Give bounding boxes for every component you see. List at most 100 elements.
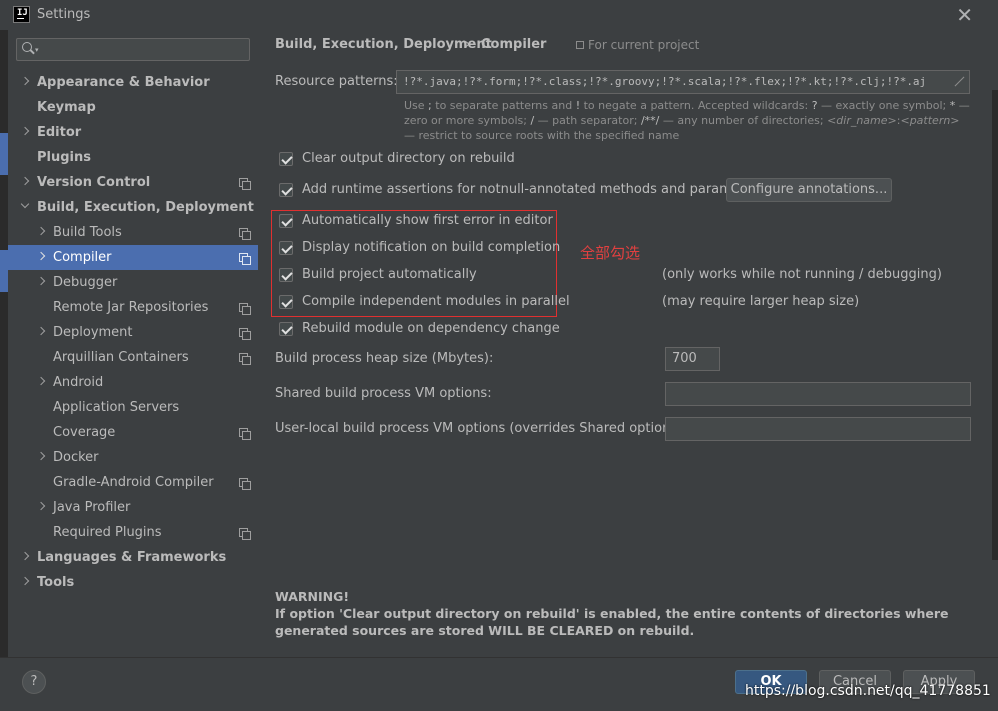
chevron-right-icon[interactable] bbox=[36, 376, 46, 386]
compile-parallel-label: Compile independent modules in parallel bbox=[302, 294, 570, 309]
project-scope-icon bbox=[239, 353, 251, 365]
sidebar-item-arquillian-containers[interactable]: Arquillian Containers bbox=[8, 345, 258, 370]
search-history-dropdown-icon[interactable]: ▾ bbox=[35, 46, 39, 54]
chevron-right-icon[interactable] bbox=[36, 501, 46, 511]
build-automatically-label: Build project automatically bbox=[302, 267, 477, 282]
expand-icon[interactable] bbox=[953, 77, 963, 87]
warning-title: WARNING! bbox=[275, 589, 350, 604]
chevron-right-icon[interactable] bbox=[36, 326, 46, 336]
project-scope-icon bbox=[239, 528, 251, 540]
chevron-right-icon[interactable] bbox=[36, 276, 46, 286]
background-window-edge bbox=[0, 30, 8, 657]
rebuild-on-change-label: Rebuild module on dependency change bbox=[302, 321, 560, 336]
breadcrumb-separator: › bbox=[465, 37, 471, 52]
compiler-settings-panel: Build, Execution, Deployment › Compiler … bbox=[258, 30, 998, 657]
sidebar-item-label: Plugins bbox=[37, 150, 91, 165]
shared-vm-options-input[interactable] bbox=[665, 382, 971, 406]
logo-text: IJ bbox=[17, 8, 28, 18]
sidebar-item-label: Required Plugins bbox=[53, 525, 162, 540]
chevron-right-icon[interactable] bbox=[36, 451, 46, 461]
resource-patterns-label: Resource patterns: bbox=[275, 74, 398, 89]
close-icon[interactable]: ✕ bbox=[956, 3, 973, 27]
rebuild-on-change-checkbox[interactable] bbox=[279, 322, 293, 336]
sidebar-item-editor[interactable]: Editor bbox=[8, 120, 258, 145]
configure-annotations-button[interactable]: Configure annotations... bbox=[726, 178, 892, 202]
chevron-right-icon[interactable] bbox=[20, 126, 30, 136]
local-vm-options-label: User-local build process VM options (ove… bbox=[275, 421, 687, 436]
sidebar-item-plugins[interactable]: Plugins bbox=[8, 145, 258, 170]
window-title: Settings bbox=[37, 7, 91, 22]
scope-indicator: For current project bbox=[576, 38, 699, 52]
sidebar-item-remote-jar-repositories[interactable]: Remote Jar Repositories bbox=[8, 295, 258, 320]
chevron-right-icon[interactable] bbox=[20, 576, 30, 586]
project-scope-icon bbox=[239, 303, 251, 315]
sidebar-item-tools[interactable]: Tools bbox=[8, 570, 258, 595]
breadcrumb-current: Compiler bbox=[481, 37, 547, 52]
show-first-error-checkbox[interactable] bbox=[279, 214, 293, 228]
runtime-assertions-checkbox[interactable] bbox=[279, 183, 293, 197]
build-automatically-checkbox[interactable] bbox=[279, 268, 293, 282]
resource-patterns-input[interactable]: !?*.java;!?*.form;!?*.class;!?*.groovy;!… bbox=[396, 70, 970, 94]
chevron-right-icon[interactable] bbox=[20, 551, 30, 561]
clear-output-label: Clear output directory on rebuild bbox=[302, 151, 515, 166]
sidebar-item-label: Tools bbox=[37, 575, 75, 590]
heap-size-label: Build process heap size (Mbytes): bbox=[275, 351, 494, 366]
settings-sidebar: ▾ Appearance & Behavior Keymap Editor Plugi… bbox=[8, 30, 258, 657]
sidebar-item-docker[interactable]: Docker bbox=[8, 445, 258, 470]
sidebar-item-deployment[interactable]: Deployment bbox=[8, 320, 258, 345]
chevron-right-icon[interactable] bbox=[36, 226, 46, 236]
chevron-right-icon[interactable] bbox=[36, 251, 46, 261]
project-scope-icon bbox=[239, 328, 251, 340]
sidebar-item-label: Debugger bbox=[53, 275, 118, 290]
sidebar-item-build-tools[interactable]: Build Tools bbox=[8, 220, 258, 245]
project-scope-icon bbox=[239, 253, 251, 265]
resource-patterns-hint: Use ; to separate patterns and ! to nega… bbox=[404, 99, 970, 142]
sidebar-item-java-profiler[interactable]: Java Profiler bbox=[8, 495, 258, 520]
breadcrumb-parent: Build, Execution, Deployment bbox=[275, 37, 492, 52]
sidebar-item-debugger[interactable]: Debugger bbox=[8, 270, 258, 295]
sidebar-item-coverage[interactable]: Coverage bbox=[8, 420, 258, 445]
sidebar-item-required-plugins[interactable]: Required Plugins bbox=[8, 520, 258, 545]
sidebar-item-build-execution-deployment[interactable]: Build, Execution, Deployment bbox=[8, 195, 258, 220]
chevron-right-icon[interactable] bbox=[20, 176, 30, 186]
compile-parallel-note: (may require larger heap size) bbox=[662, 294, 860, 309]
sidebar-item-label: Compiler bbox=[53, 250, 112, 265]
sidebar-item-version-control[interactable]: Version Control bbox=[8, 170, 258, 195]
build-automatically-note: (only works while not running / debuggin… bbox=[662, 267, 942, 282]
sidebar-item-label: Deployment bbox=[53, 325, 133, 340]
sidebar-item-label: Editor bbox=[37, 125, 82, 140]
title-bar: IJ Settings ✕ bbox=[0, 0, 998, 30]
help-button[interactable]: ? bbox=[22, 670, 46, 694]
sidebar-item-label: Build, Execution, Deployment bbox=[37, 200, 254, 215]
sidebar-item-languages-frameworks[interactable]: Languages & Frameworks bbox=[8, 545, 258, 570]
clear-output-checkbox[interactable] bbox=[279, 152, 293, 166]
settings-search-input[interactable]: ▾ bbox=[16, 38, 250, 61]
sidebar-item-label: Version Control bbox=[37, 175, 151, 190]
sidebar-item-compiler[interactable]: Compiler bbox=[8, 245, 258, 270]
sidebar-item-label: Languages & Frameworks bbox=[37, 550, 227, 565]
project-scope-icon bbox=[239, 428, 251, 440]
sidebar-item-application-servers[interactable]: Application Servers bbox=[8, 395, 258, 420]
project-scope-icon bbox=[239, 178, 251, 190]
project-scope-icon bbox=[239, 478, 251, 490]
local-vm-options-input[interactable] bbox=[665, 417, 971, 441]
sidebar-item-label: Java Profiler bbox=[53, 500, 131, 515]
sidebar-item-label: Remote Jar Repositories bbox=[53, 300, 209, 315]
chevron-right-icon[interactable] bbox=[20, 76, 30, 86]
heap-size-input[interactable]: 700 bbox=[665, 347, 720, 371]
display-notification-checkbox[interactable] bbox=[279, 241, 293, 255]
sidebar-item-label: Appearance & Behavior bbox=[37, 75, 210, 90]
warning-text: If option 'Clear output directory on reb… bbox=[275, 606, 949, 638]
sidebar-item-label: Build Tools bbox=[53, 225, 122, 240]
sidebar-item-android[interactable]: Android bbox=[8, 370, 258, 395]
sidebar-item-label: Application Servers bbox=[53, 400, 180, 415]
sidebar-item-label: Arquillian Containers bbox=[53, 350, 189, 365]
sidebar-item-label: Keymap bbox=[37, 100, 96, 115]
project-scope-icon bbox=[239, 228, 251, 240]
project-scope-icon bbox=[576, 41, 584, 49]
sidebar-item-appearance-behavior[interactable]: Appearance & Behavior bbox=[8, 70, 258, 95]
sidebar-item-gradle-android-compiler[interactable]: Gradle-Android Compiler bbox=[8, 470, 258, 495]
sidebar-item-keymap[interactable]: Keymap bbox=[8, 95, 258, 120]
chevron-down-icon[interactable] bbox=[20, 199, 30, 209]
compile-parallel-checkbox[interactable] bbox=[279, 295, 293, 309]
